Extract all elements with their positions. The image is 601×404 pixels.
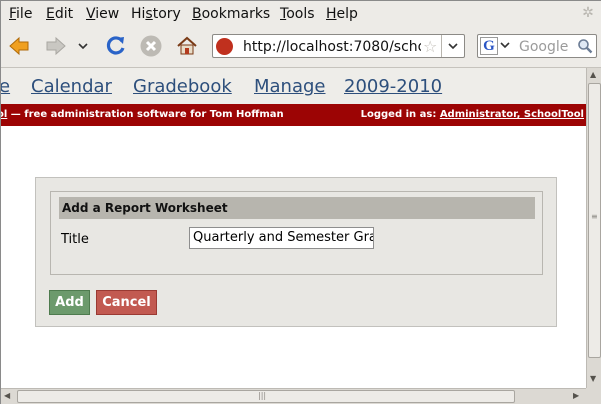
nav-link-calendar[interactable]: Calendar	[31, 76, 112, 97]
banner-tagline: ol — free administration software for To…	[1, 109, 284, 120]
menu-file[interactable]: File	[9, 6, 32, 22]
grip-icon: |||	[258, 391, 267, 400]
history-dropdown-button[interactable]	[74, 33, 92, 59]
title-label: Title	[61, 232, 89, 247]
title-input[interactable]: Quarterly and Semester Gra	[189, 227, 374, 249]
menu-history[interactable]: History	[131, 6, 181, 22]
stop-button[interactable]	[138, 33, 164, 59]
back-button[interactable]	[6, 33, 32, 59]
form-fieldset: Add a Report Worksheet Title Quarterly a…	[50, 191, 543, 275]
stop-icon	[140, 35, 162, 57]
reload-icon	[106, 36, 125, 55]
chevron-down-icon	[78, 43, 88, 50]
grip-icon: ≡	[591, 212, 598, 221]
search-input[interactable]: Google	[519, 39, 568, 55]
url-dropdown-button[interactable]	[441, 35, 464, 57]
reload-button[interactable]	[103, 33, 129, 59]
nav-link-gradebook[interactable]: Gradebook	[133, 76, 232, 97]
scroll-left-icon[interactable]: ◀	[4, 391, 10, 400]
cancel-button[interactable]: Cancel	[96, 290, 157, 315]
home-icon	[177, 36, 197, 55]
scrollbar-corner	[586, 388, 601, 404]
menu-help[interactable]: Help	[326, 6, 358, 22]
menu-edit[interactable]: Edit	[46, 6, 73, 22]
scroll-up-icon[interactable]: ▲	[590, 70, 596, 79]
nav-link-cut-off[interactable]: e	[1, 76, 10, 97]
search-icon[interactable]	[577, 38, 593, 54]
bookmark-star-icon[interactable]: ☆	[423, 37, 437, 56]
menu-bar: File Edit View History Bookmarks Tools H…	[1, 1, 601, 27]
vertical-scroll-thumb[interactable]: ≡	[588, 83, 601, 358]
navigation-toolbar: http://localhost:7080/schoo ☆ G Google	[1, 27, 601, 68]
nav-link-school-year[interactable]: 2009-2010	[344, 76, 442, 97]
search-bar[interactable]: G Google	[477, 34, 597, 58]
site-icon	[216, 38, 233, 55]
back-arrow-icon	[9, 36, 29, 56]
vertical-scrollbar[interactable]: ▲ ≡ ▼	[586, 68, 601, 388]
main-navigation: e Calendar Gradebook Manage 2009-2010	[1, 68, 586, 104]
page-content: e Calendar Gradebook Manage 2009-2010 ol…	[1, 68, 586, 388]
home-button[interactable]	[174, 33, 200, 59]
url-bar[interactable]: http://localhost:7080/schoo ☆	[212, 34, 465, 58]
forward-arrow-icon	[46, 36, 66, 56]
url-text[interactable]: http://localhost:7080/schoo	[243, 39, 421, 55]
menu-view[interactable]: View	[86, 6, 119, 22]
scroll-down-icon[interactable]: ▼	[590, 374, 596, 383]
browser-window: File Edit View History Bookmarks Tools H…	[0, 0, 601, 404]
form-legend: Add a Report Worksheet	[59, 197, 535, 219]
menu-tools[interactable]: Tools	[280, 6, 315, 22]
forward-button[interactable]	[43, 33, 69, 59]
chevron-down-icon	[448, 43, 458, 50]
current-user-link[interactable]: Administrator, SchoolTool	[440, 109, 584, 120]
header-banner: ol — free administration software for To…	[1, 104, 586, 126]
throbber-icon: ✲	[582, 5, 594, 21]
add-button[interactable]: Add	[49, 290, 90, 315]
report-worksheet-form: Add a Report Worksheet Title Quarterly a…	[35, 177, 557, 327]
horizontal-scrollbar[interactable]: ◀ ||| ▶	[1, 388, 586, 404]
engine-dropdown-icon[interactable]	[500, 41, 510, 49]
scroll-right-icon[interactable]: ▶	[573, 391, 579, 400]
horizontal-scroll-thumb[interactable]: |||	[17, 390, 515, 403]
menu-bookmarks[interactable]: Bookmarks	[192, 6, 270, 22]
nav-link-manage[interactable]: Manage	[254, 76, 326, 97]
login-status: Logged in as: Administrator, SchoolTool	[360, 109, 584, 120]
google-engine-icon[interactable]: G	[480, 37, 498, 55]
